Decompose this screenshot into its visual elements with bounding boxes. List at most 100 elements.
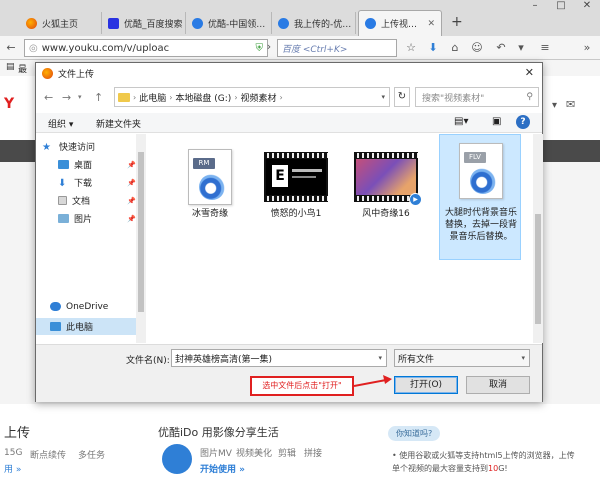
tab-label: 优酷-中国领… [208, 19, 266, 30]
bookmark-icon: ▤ [6, 62, 15, 72]
refresh-icon[interactable]: ↻ [394, 87, 410, 107]
search-placeholder: 搜索"视频素材" [422, 93, 485, 104]
organize-menu[interactable]: 组织 ▾ [48, 117, 73, 130]
close-window-icon[interactable]: ✕ [575, 0, 599, 16]
instruction-callout: 选中文件后点击"打开" [250, 376, 354, 396]
breadcrumb-this-pc[interactable]: 此电脑 [139, 91, 166, 104]
filename-field[interactable]: 封神英雄榜高清(第一集) ▾ [171, 349, 387, 367]
video-thumbnail: E [264, 152, 328, 202]
search-icon: ⚲ [526, 92, 533, 102]
youku-logo-fragment: Y [4, 96, 15, 112]
close-icon[interactable]: ✕ [525, 66, 534, 79]
pin-icon: 📌 [127, 160, 136, 169]
cancel-button[interactable]: 取消 [466, 376, 530, 394]
flv-file-icon: FLV [459, 143, 503, 199]
back-arrow-icon[interactable]: ← [44, 91, 53, 104]
nav-documents[interactable]: 文档 📌 [36, 192, 136, 209]
new-folder-button[interactable]: 新建文件夹 [96, 117, 141, 130]
breadcrumb-video-folder[interactable]: 视频素材 [241, 91, 277, 104]
pictures-icon [58, 214, 69, 223]
nav-desktop[interactable]: 桌面 📌 [36, 156, 136, 173]
breadcrumb-drive-g[interactable]: 本地磁盘 (G:) [175, 91, 231, 104]
file-type-select[interactable]: 所有文件 ▾ [394, 349, 530, 367]
mail-icon[interactable]: ✉ [566, 98, 575, 111]
preview-pane-icon[interactable]: ▣ [492, 116, 501, 127]
file-type-badge: RM [193, 158, 215, 169]
play-icon: ▶ [409, 193, 422, 206]
nav-onedrive[interactable]: OneDrive [36, 298, 136, 315]
tab-firefox-home[interactable]: 火狐主页 [20, 12, 102, 34]
file-item-selected[interactable]: FLV 大腿时代背景音乐替换，去掉一段背景音乐后替换。 [439, 134, 521, 260]
file-item[interactable]: RM 冰雪奇缘 [169, 136, 251, 256]
ido-feature-edit: 剪辑 [278, 449, 297, 459]
ido-feature-mv: 图片MV [200, 449, 232, 459]
open-button[interactable]: 打开(O) [394, 376, 458, 394]
tab-upload-video[interactable]: 上传视… ✕ [358, 10, 442, 36]
search-bar[interactable]: 百度 <Ctrl+K> [277, 39, 397, 57]
download-icon: ⬇ [58, 178, 67, 189]
view-mode-icon[interactable]: ▤▾ [454, 116, 468, 127]
firefox-icon [26, 17, 37, 29]
file-item[interactable]: ▶ 风中奇缘16 [345, 136, 427, 256]
feature-multitask: 多任务 [78, 451, 106, 461]
file-name: 愤怒的小鸟1 [270, 209, 322, 219]
file-upload-dialog: 文件上传 ✕ ← → ▾ ↑ › 此电脑 › 本地磁盘 (G:) › 视频素材 … [35, 62, 543, 402]
maximize-icon[interactable]: □ [549, 0, 573, 16]
tab-my-uploads[interactable]: 我上传的-优… [272, 12, 356, 34]
overflow-icon[interactable]: » [580, 41, 594, 54]
up-arrow-icon[interactable]: ↑ [94, 91, 103, 104]
emoji-icon[interactable]: ☺ [470, 41, 484, 54]
nav-quick-access[interactable]: ★ 快速访问 [36, 138, 136, 155]
nav-downloads[interactable]: ⬇ 下载 📌 [36, 174, 136, 191]
undo-icon[interactable]: ↶ [494, 41, 508, 54]
youku-icon [365, 18, 376, 29]
bookmark-label[interactable]: 最 [18, 62, 27, 75]
nav-this-pc[interactable]: 此电脑 [36, 318, 136, 335]
nav-scrollbar[interactable] [136, 134, 146, 343]
ido-start-link[interactable]: 开始使用 » [200, 462, 245, 475]
dialog-title: 文件上传 [58, 69, 95, 80]
browser-tab-bar: 火狐主页 优酷_百度搜索 优酷-中国领… 我上传的-优… 上传视… ✕ + – … [0, 0, 600, 40]
file-item[interactable]: E 愤怒的小鸟1 [255, 136, 337, 256]
tab-youku-home[interactable]: 优酷-中国领… [186, 12, 272, 34]
cloud-icon [50, 302, 61, 311]
menu-icon[interactable]: ≡ [538, 41, 552, 54]
forward-arrow-icon[interactable]: → [62, 91, 71, 104]
tab-label: 优酷_百度搜索 [124, 19, 183, 30]
url-bar[interactable]: ◎ www.youku.com/v/uploac ⛨ [24, 39, 268, 57]
breadcrumb[interactable]: › 此电脑 › 本地磁盘 (G:) › 视频素材 › ▾ [114, 87, 390, 107]
dialog-title-bar: 文件上传 ✕ [36, 63, 542, 83]
pin-icon: 📌 [127, 178, 136, 187]
new-tab-button[interactable]: + [451, 14, 463, 30]
computer-icon [50, 322, 61, 331]
tab-baidu-search[interactable]: 优酷_百度搜索 [102, 12, 186, 34]
file-name: 风中奇缘16 [362, 209, 410, 219]
url-text: www.youku.com/v/uploac [41, 42, 170, 54]
forward-arrow-icon[interactable]: › [262, 40, 276, 53]
home-icon[interactable]: ⌂ [448, 41, 462, 54]
star-icon[interactable]: ☆ [404, 41, 418, 54]
help-icon[interactable]: ? [516, 115, 530, 129]
chevron-down-icon[interactable]: ▾ [381, 93, 385, 101]
file-list-scrollbar[interactable] [533, 134, 543, 343]
star-icon: ★ [42, 142, 51, 153]
file-name: 冰雪奇缘 [191, 209, 228, 219]
chevron-down-icon[interactable]: ▾ [514, 41, 528, 54]
search-placeholder: 百度 <Ctrl+K> [282, 44, 348, 55]
dialog-toolbar: 组织 ▾ 新建文件夹 ▤▾ ▣ ? [36, 113, 542, 133]
nav-pictures[interactable]: 图片 📌 [36, 210, 136, 227]
close-tab-icon[interactable]: ✕ [423, 19, 435, 29]
minimize-icon[interactable]: – [523, 0, 547, 16]
tab-label: 我上传的-优… [294, 19, 352, 30]
tip-badge: 你知道吗? [388, 426, 441, 441]
chevron-down-icon[interactable]: ▾ [378, 354, 382, 362]
back-arrow-icon[interactable]: ← [4, 41, 18, 54]
use-link[interactable]: 用 » [4, 462, 21, 475]
ido-title: 优酷iDo 用影像分享生活 [158, 426, 279, 439]
firefox-icon [42, 67, 53, 79]
tip-line-1: • 使用谷歌或火狐等支持html5上传的浏览器，上传 [392, 451, 575, 460]
folder-search-input[interactable]: 搜索"视频素材" ⚲ [415, 87, 539, 107]
download-icon[interactable]: ⬇ [426, 41, 440, 54]
chevron-down-icon[interactable]: ▾ [78, 93, 82, 101]
pin-icon: 📌 [127, 196, 136, 205]
